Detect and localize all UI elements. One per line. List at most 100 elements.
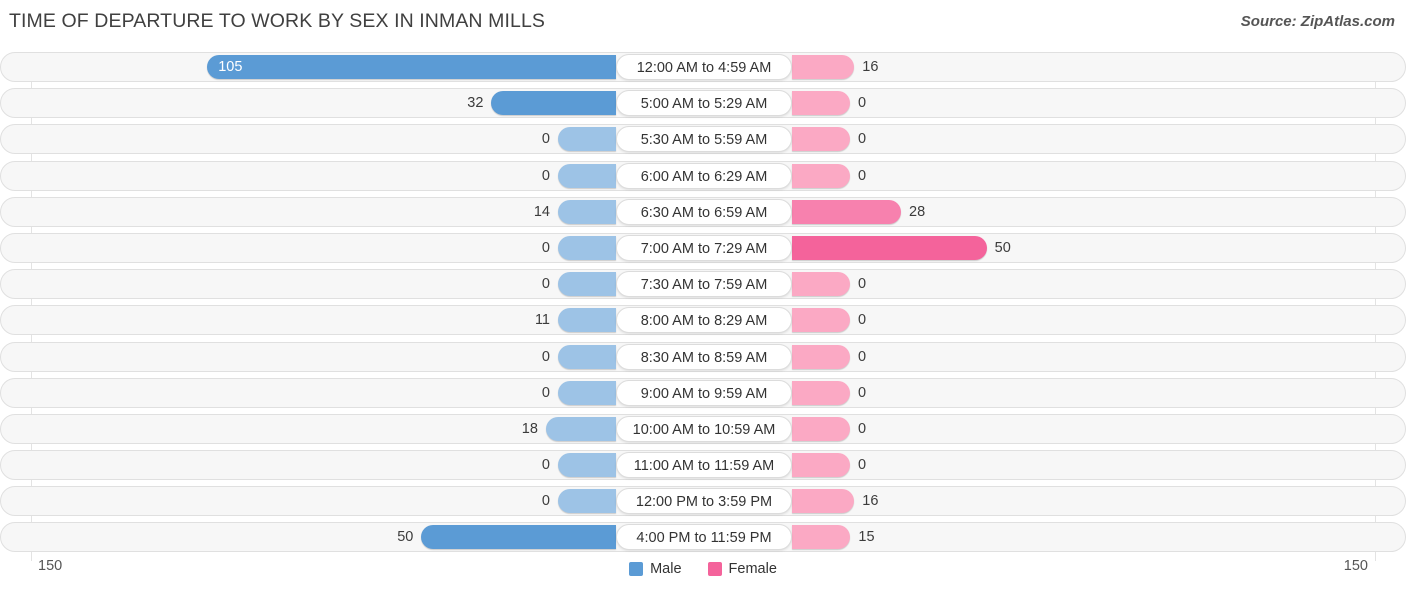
bar-male [545, 416, 616, 441]
bar-male [558, 489, 616, 514]
chart-legend: Male Female [0, 561, 1406, 577]
row-content: 0 0 9:00 AM to 9:59 AM [1, 379, 1405, 407]
bar-value-male: 11 [534, 312, 550, 329]
table-row: 0 0 9:00 AM to 9:59 AM [0, 377, 1406, 408]
category-label: 7:30 AM to 7:59 AM [616, 271, 792, 298]
bar-male [558, 127, 616, 152]
category-label: 11:00 AM to 11:59 AM [616, 452, 792, 479]
table-row: 14 28 6:30 AM to 6:59 AM [0, 196, 1406, 227]
bar-value-female: 0 [858, 276, 867, 293]
bar-rows-container: 105 16 12:00 AM to 4:59 AM 32 0 5:00 AM to 5:… [0, 52, 1406, 559]
bar-male [558, 199, 616, 224]
row-content: 0 0 5:30 AM to 5:59 AM [1, 125, 1405, 153]
bar-female [792, 453, 850, 478]
bar-value-female: 0 [858, 348, 867, 365]
table-row: 0 0 11:00 AM to 11:59 AM [0, 450, 1406, 481]
bar-value-male: 0 [541, 167, 550, 184]
row-content: 105 16 12:00 AM to 4:59 AM [1, 53, 1405, 81]
bar-value-male: 0 [541, 384, 550, 401]
bar-value-male: 14 [533, 203, 550, 220]
bar-value-male: 0 [541, 239, 550, 256]
bar-female [792, 235, 987, 260]
bar-value-female: 0 [858, 384, 867, 401]
table-row: 18 0 10:00 AM to 10:59 AM [0, 413, 1406, 444]
bar-female [792, 55, 855, 79]
page-title: TIME OF DEPARTURE TO WORK BY SEX IN INMA… [9, 10, 545, 32]
bar-value-male: 105 [218, 59, 243, 75]
row-content: 0 0 11:00 AM to 11:59 AM [1, 451, 1405, 479]
bar-value-female: 0 [858, 312, 867, 329]
category-label: 8:00 AM to 8:29 AM [616, 307, 792, 334]
table-row: 50 15 4:00 PM to 11:59 PM [0, 522, 1406, 553]
table-row: 0 50 7:00 AM to 7:29 AM [0, 232, 1406, 263]
bar-value-female: 50 [994, 239, 1011, 256]
bar-male [558, 453, 616, 478]
row-content: 11 0 8:00 AM to 8:29 AM [1, 306, 1405, 334]
bar-value-male: 32 [467, 95, 484, 112]
table-row: 32 0 5:00 AM to 5:29 AM [0, 88, 1406, 119]
bar-value-female: 0 [858, 131, 867, 148]
bar-female [792, 91, 850, 116]
table-row: 0 0 5:30 AM to 5:59 AM [0, 124, 1406, 155]
bar-value-male: 18 [521, 420, 538, 437]
bar-value-female: 15 [858, 529, 875, 546]
bar-female [792, 308, 850, 333]
bar-value-male: 0 [541, 131, 550, 148]
bar-value-female: 0 [858, 167, 867, 184]
legend-label: Male [650, 561, 682, 577]
bar-female [792, 163, 850, 188]
bar-value-male: 0 [541, 348, 550, 365]
row-content: 14 28 6:30 AM to 6:59 AM [1, 198, 1405, 226]
bar-male [558, 272, 616, 297]
bar-male [558, 380, 616, 405]
bar-value-female: 0 [858, 457, 867, 474]
row-content: 18 0 10:00 AM to 10:59 AM [1, 415, 1405, 443]
category-label: 4:00 PM to 11:59 PM [616, 524, 792, 551]
row-content: 0 0 6:00 AM to 6:29 AM [1, 162, 1405, 190]
table-row: 0 16 12:00 PM to 3:59 PM [0, 486, 1406, 517]
bar-female [792, 489, 855, 514]
chart-footer: 150 150 Male Female [0, 552, 1406, 595]
category-label: 8:30 AM to 8:59 AM [616, 343, 792, 370]
bar-male [558, 308, 616, 333]
row-content: 0 16 12:00 PM to 3:59 PM [1, 487, 1405, 515]
table-row: 105 16 12:00 AM to 4:59 AM [0, 52, 1406, 82]
row-content: 0 50 7:00 AM to 7:29 AM [1, 234, 1405, 262]
bar-male [558, 163, 616, 188]
bar-value-male: 0 [541, 276, 550, 293]
row-content: 32 0 5:00 AM to 5:29 AM [1, 89, 1405, 117]
row-content: 0 0 8:30 AM to 8:59 AM [1, 343, 1405, 371]
bar-female [792, 416, 850, 441]
bar-female [792, 344, 850, 369]
row-content: 0 0 7:30 AM to 7:59 AM [1, 270, 1405, 298]
category-label: 9:00 AM to 9:59 AM [616, 379, 792, 406]
legend-swatch-icon [629, 562, 644, 576]
category-label: 12:00 PM to 3:59 PM [616, 488, 792, 515]
legend-item-male[interactable]: Male [629, 561, 682, 577]
bar-value-female: 0 [858, 95, 867, 112]
row-content: 50 15 4:00 PM to 11:59 PM [1, 523, 1405, 551]
bar-male [491, 91, 616, 116]
legend-item-female[interactable]: Female [707, 561, 777, 577]
bar-female [792, 380, 850, 405]
bar-female [792, 525, 851, 550]
bar-female [792, 127, 850, 152]
bar-value-male: 50 [397, 529, 414, 546]
bar-male [421, 525, 616, 550]
category-label: 5:00 AM to 5:29 AM [616, 90, 792, 117]
category-label: 6:00 AM to 6:29 AM [616, 162, 792, 189]
legend-label: Female [728, 561, 777, 577]
category-label: 10:00 AM to 10:59 AM [616, 415, 792, 442]
bar-value-female: 16 [862, 493, 879, 510]
category-label: 7:00 AM to 7:29 AM [616, 234, 792, 261]
bar-value-female: 16 [862, 59, 879, 75]
bar-value-female: 28 [909, 203, 926, 220]
bar-male [558, 344, 616, 369]
category-label: 5:30 AM to 5:59 AM [616, 126, 792, 153]
source-attribution: Source: ZipAtlas.com [1240, 13, 1395, 30]
bar-female [792, 272, 850, 297]
chart-plot-area: 105 16 12:00 AM to 4:59 AM 32 0 5:00 AM to 5:… [0, 44, 1406, 561]
bar-female [792, 199, 901, 224]
table-row: 0 0 6:00 AM to 6:29 AM [0, 160, 1406, 191]
bar-value-female: 0 [858, 420, 867, 437]
